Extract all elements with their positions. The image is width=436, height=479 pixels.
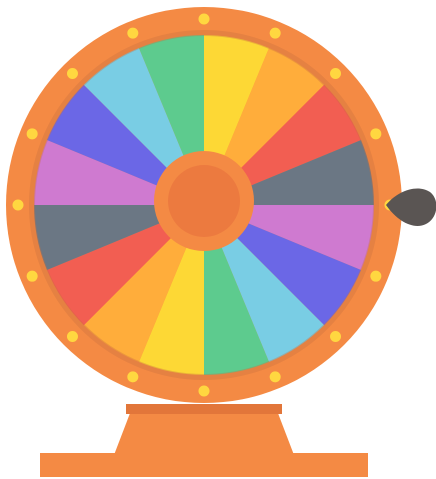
wheel-stud [198,385,210,397]
stand-neck [114,408,294,455]
wheel-hub-center [168,165,240,237]
wheel-stud [198,13,210,25]
wheel-stud [269,27,281,39]
wheel-stud [370,128,382,140]
wheel-stud [370,270,382,282]
wheel-stud [12,199,24,211]
wheel-stud [26,270,38,282]
prize-wheel-scene [6,7,436,477]
wheel-stud [26,128,38,140]
stand-base [40,453,368,477]
wheel-stud [66,331,78,343]
wheel-stud [127,371,139,383]
wheel-stand [40,404,368,477]
wheel-stud [127,27,139,39]
wheel-stud [269,371,281,383]
wheel-stud [66,67,78,79]
wheel-stud [330,67,342,79]
stand-neck-shadow [126,404,282,414]
wheel-stud [330,331,342,343]
